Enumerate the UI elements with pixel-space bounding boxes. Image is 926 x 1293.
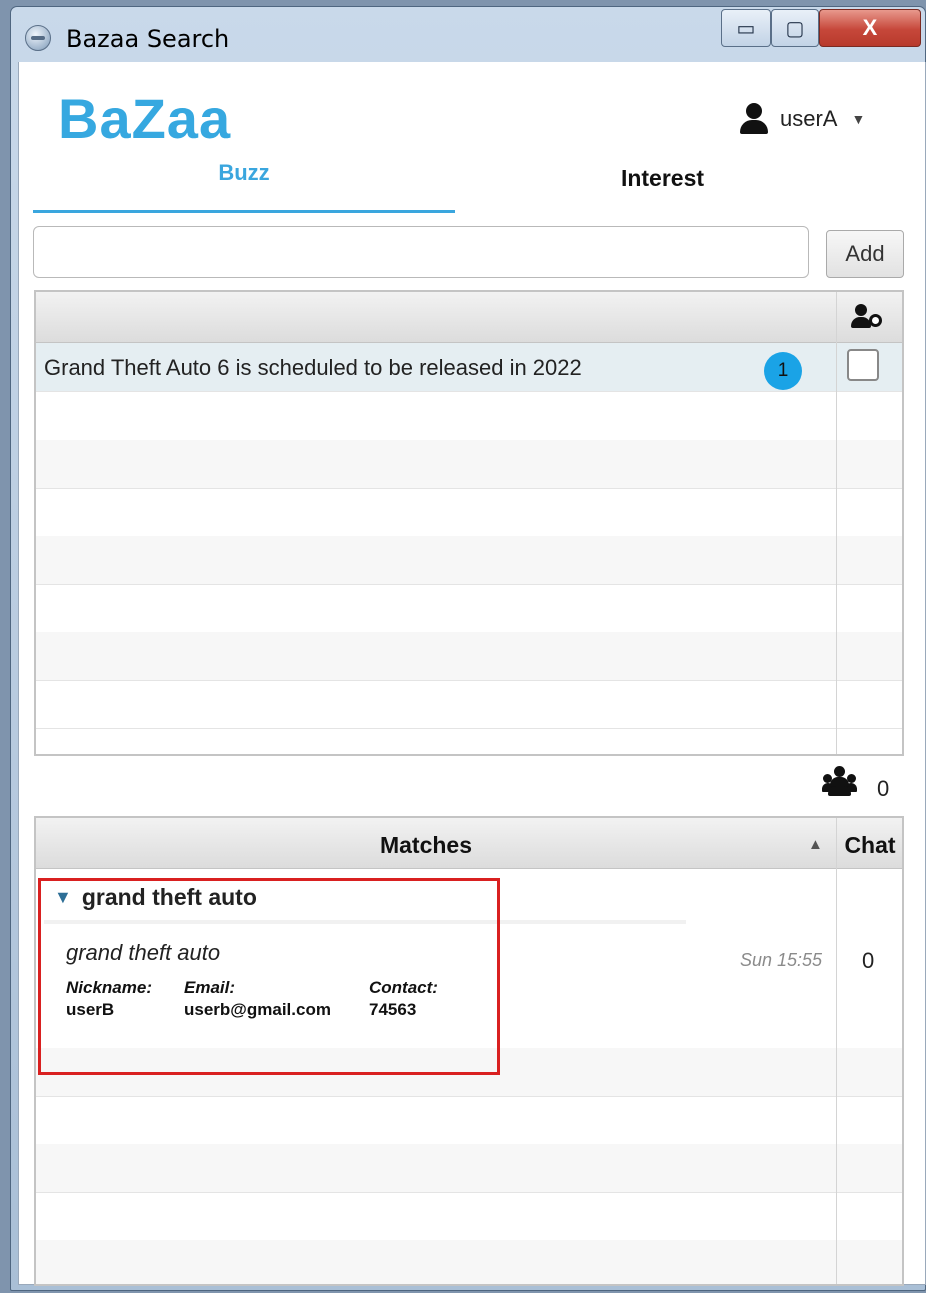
table-row xyxy=(36,440,902,489)
group-icon xyxy=(822,766,857,798)
close-button[interactable]: X xyxy=(819,9,921,47)
add-button[interactable]: Add xyxy=(826,230,904,278)
table-row[interactable]: Grand Theft Auto 6 is scheduled to be re… xyxy=(36,343,902,392)
column-separator xyxy=(836,818,837,1284)
buzz-table-header xyxy=(36,292,902,343)
chevron-down-icon[interactable]: ▼ xyxy=(851,111,865,127)
title-bar[interactable]: Bazaa Search ▭ ▢ X xyxy=(11,7,925,65)
app-globe-icon xyxy=(25,25,51,51)
table-row xyxy=(36,632,902,681)
user-name: userA xyxy=(780,106,838,131)
buzz-input[interactable] xyxy=(33,226,809,278)
buzz-text: Grand Theft Auto 6 is scheduled to be re… xyxy=(44,355,582,380)
matches-column-header[interactable]: Matches xyxy=(36,832,816,859)
match-timestamp: Sun 15:55 xyxy=(740,950,823,970)
table-row xyxy=(36,536,902,585)
tab-buzz[interactable]: Buzz xyxy=(33,160,455,194)
table-row xyxy=(36,680,902,729)
group-count: 0 xyxy=(877,776,890,801)
table-row xyxy=(36,1144,902,1193)
window-title: Bazaa Search xyxy=(66,25,230,53)
user-icon xyxy=(738,103,770,135)
highlight-box xyxy=(38,878,500,1075)
chat-column-header[interactable]: Chat xyxy=(839,832,901,859)
table-row xyxy=(36,1192,902,1241)
table-row xyxy=(36,1240,902,1284)
maximize-button[interactable]: ▢ xyxy=(771,9,819,47)
sort-ascending-icon[interactable]: ▲ xyxy=(808,836,823,853)
app-logo: BaZaa xyxy=(58,87,232,150)
user-share-icon[interactable] xyxy=(851,304,887,332)
share-checkbox[interactable] xyxy=(847,349,879,381)
table-row xyxy=(36,584,902,633)
column-separator xyxy=(836,292,837,754)
chat-count[interactable]: 0 xyxy=(862,948,874,974)
buzz-table: Grand Theft Auto 6 is scheduled to be re… xyxy=(34,290,904,756)
table-row xyxy=(36,392,902,441)
tab-interest[interactable]: Interest xyxy=(455,165,870,192)
table-row xyxy=(36,488,902,537)
count-badge[interactable]: 1 xyxy=(764,352,802,390)
active-tab-indicator xyxy=(33,210,455,213)
matches-table-header: Matches ▲ Chat xyxy=(36,818,902,869)
table-row xyxy=(36,1096,902,1145)
minimize-button[interactable]: ▭ xyxy=(721,9,771,47)
user-menu[interactable]: userA ▼ xyxy=(738,103,865,135)
